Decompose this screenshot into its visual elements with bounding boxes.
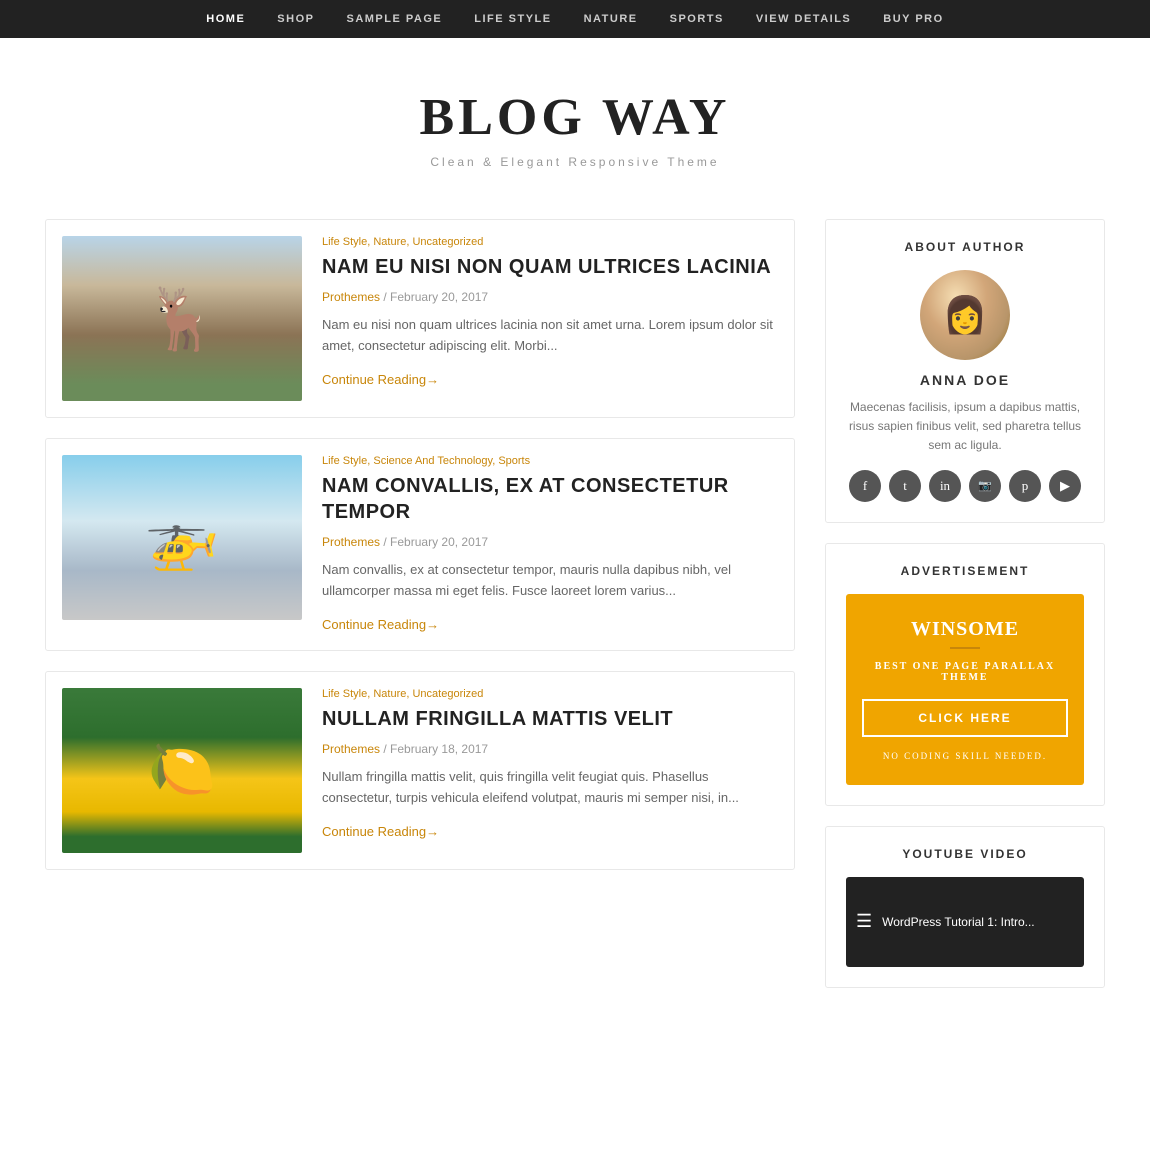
main-nav: HOME SHOP SAMPLE PAGE LIFE STYLE NATURE SPORT…: [0, 0, 1150, 38]
click-here-button[interactable]: CLICK HERE: [862, 699, 1068, 737]
article-author[interactable]: Prothemes: [322, 290, 380, 304]
ad-divider: [950, 647, 980, 649]
social-icons: f t in 📷 p ▶: [846, 470, 1084, 502]
article-excerpt: Nam eu nisi non quam ultrices lacinia no…: [322, 314, 778, 357]
article-body: Life Style, Science And Technology, Spor…: [322, 455, 778, 634]
linkedin-icon[interactable]: in: [929, 470, 961, 502]
nav-item-home[interactable]: HOME: [206, 13, 245, 25]
author-bio: Maecenas facilisis, ipsum a dapibus matt…: [846, 398, 1084, 456]
continue-reading-link[interactable]: Continue Reading→: [322, 824, 439, 839]
article-image: [62, 236, 302, 401]
ad-subtitle: BEST ONE PAGE PARALLAX THEME: [862, 661, 1068, 683]
article-excerpt: Nullam fringilla mattis velit, quis frin…: [322, 766, 778, 809]
continue-reading-link[interactable]: Continue Reading→: [322, 372, 439, 387]
ad-box: WINSOME BEST ONE PAGE PARALLAX THEME CLI…: [846, 594, 1084, 785]
youtube-section: YOUTUBE VIDEO ☰ WordPress Tutorial 1: In…: [825, 826, 1105, 988]
author-name: ANNA DOE: [846, 372, 1084, 388]
continue-reading-link[interactable]: Continue Reading→: [322, 617, 439, 632]
article-image: [62, 455, 302, 620]
article-meta: Prothemes / February 20, 2017: [322, 535, 778, 549]
main-content: Life Style, Nature, Uncategorized NAM EU…: [45, 219, 795, 1008]
nav-item-life-style[interactable]: LIFE STYLE: [474, 13, 551, 25]
advertisement-title: ADVERTISEMENT: [846, 564, 1084, 578]
advertisement-section: ADVERTISEMENT WINSOME BEST ONE PAGE PARA…: [825, 543, 1105, 806]
article-meta: Prothemes / February 20, 2017: [322, 290, 778, 304]
article-title: NAM EU NISI NON QUAM ULTRICES LACINIA: [322, 254, 778, 280]
video-title: WordPress Tutorial 1: Intro...: [882, 915, 1035, 929]
article-date: February 20, 2017: [390, 290, 488, 304]
site-title: BLOG WAY: [20, 88, 1130, 147]
article-card: Life Style, Nature, Uncategorized NULLAM…: [45, 671, 795, 870]
instagram-icon[interactable]: 📷: [969, 470, 1001, 502]
ad-title: WINSOME: [862, 618, 1068, 641]
sidebar: ABOUT AUTHOR 👩 ANNA DOE Maecenas facilis…: [825, 219, 1105, 1008]
article-card: Life Style, Science And Technology, Spor…: [45, 438, 795, 651]
article-card: Life Style, Nature, Uncategorized NAM EU…: [45, 219, 795, 418]
youtube-icon[interactable]: ▶: [1049, 470, 1081, 502]
menu-icon: ☰: [856, 911, 872, 932]
article-date: February 20, 2017: [390, 535, 488, 549]
article-title: NAM CONVALLIS, EX AT CONSECTETUR TEMPOR: [322, 473, 778, 525]
nav-item-shop[interactable]: SHOP: [277, 13, 314, 25]
about-author-title: ABOUT AUTHOR: [846, 240, 1084, 254]
about-author-section: ABOUT AUTHOR 👩 ANNA DOE Maecenas facilis…: [825, 219, 1105, 523]
page-container: Life Style, Nature, Uncategorized NAM EU…: [25, 199, 1125, 1028]
article-author[interactable]: Prothemes: [322, 535, 380, 549]
author-avatar: 👩: [920, 270, 1010, 360]
site-subtitle: Clean & Elegant Responsive Theme: [20, 155, 1130, 169]
facebook-icon[interactable]: f: [849, 470, 881, 502]
nav-item-sports[interactable]: SPORTS: [670, 13, 724, 25]
youtube-title: YOUTUBE VIDEO: [846, 847, 1084, 861]
article-categories: Life Style, Nature, Uncategorized: [322, 688, 778, 700]
site-header: BLOG WAY Clean & Elegant Responsive Them…: [0, 38, 1150, 199]
article-image: [62, 688, 302, 853]
nav-item-sample-page[interactable]: SAMPLE PAGE: [346, 13, 442, 25]
article-title: NULLAM FRINGILLA MATTIS VELIT: [322, 706, 778, 732]
article-excerpt: Nam convallis, ex at consectetur tempor,…: [322, 559, 778, 602]
nav-item-buy-pro[interactable]: BUY PRO: [883, 13, 943, 25]
article-meta: Prothemes / February 18, 2017: [322, 742, 778, 756]
article-date: February 18, 2017: [390, 742, 488, 756]
nav-item-view-details[interactable]: VIEW DETAILS: [756, 13, 851, 25]
article-body: Life Style, Nature, Uncategorized NULLAM…: [322, 688, 778, 853]
article-categories: Life Style, Nature, Uncategorized: [322, 236, 778, 248]
article-author[interactable]: Prothemes: [322, 742, 380, 756]
twitter-icon[interactable]: t: [889, 470, 921, 502]
article-categories: Life Style, Science And Technology, Spor…: [322, 455, 778, 467]
pinterest-icon[interactable]: p: [1009, 470, 1041, 502]
ad-footer: NO CODING SKILL NEEDED.: [862, 751, 1068, 761]
youtube-video[interactable]: ☰ WordPress Tutorial 1: Intro...: [846, 877, 1084, 967]
article-body: Life Style, Nature, Uncategorized NAM EU…: [322, 236, 778, 401]
nav-item-nature[interactable]: NATURE: [584, 13, 638, 25]
